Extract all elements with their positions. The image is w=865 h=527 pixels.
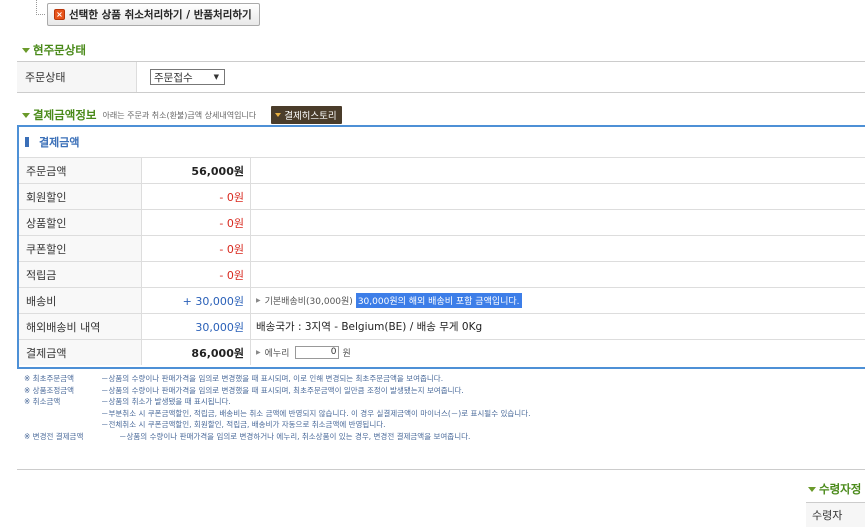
payment-history-button[interactable]: 결제히스토리	[271, 106, 342, 124]
product-discount-value: - 0원	[142, 210, 251, 235]
points-value: - 0원	[142, 262, 251, 287]
row-label: 배송비	[19, 288, 142, 313]
order-status-select-value: 주문접수	[154, 71, 193, 84]
note-row: ※ 상품조정금액 －상품의 수량이나 판매가격을 임의로 변경했을 때 표시되며…	[24, 385, 530, 397]
note-row: ※ 변경전 결제금액 －상품의 수량이나 판매가격을 임의로 변경하거나 에누리…	[24, 431, 530, 443]
triangle-down-icon	[808, 486, 816, 492]
payment-info-title: 결제금액정보	[33, 108, 97, 122]
enuri-unit: 원	[342, 349, 351, 359]
payment-info-note: 아래는 주문과 취소(환불)금액 상세내역입니다	[102, 110, 257, 120]
note-row: ※ 최초주문금액 －상품의 수량이나 판매가격을 임의로 변경했을 때 표시되며…	[24, 373, 530, 385]
row-overseas-shipping: 해외배송비 내역 30,000원 배송국가 : 3지역 - Belgium(BE…	[19, 313, 865, 339]
enuri-input[interactable]: 0	[295, 346, 340, 359]
payment-amount-box: 결제금액 주문금액 56,000원 회원할인 - 0원 상품할인 - 0원 쿠폰…	[17, 125, 865, 369]
member-discount-value: - 0원	[142, 184, 251, 209]
row-label: 쿠폰할인	[19, 236, 142, 261]
order-status-select[interactable]: 주문접수 ▼	[150, 69, 225, 85]
row-shipping-fee: 배송비 + 30,000원 ▶ 기본배송비(30,000원) 30,000원의 …	[19, 287, 865, 313]
caret-right-icon: ▶	[256, 349, 261, 356]
shipping-fee-note: 기본배송비(30,000원)	[264, 297, 353, 307]
note-text: －상품의 수량이나 판매가격을 임의로 변경했을 때 표시되며, 이로 인해 변…	[101, 374, 444, 383]
payment-total-value: 86,000원	[142, 340, 251, 365]
row-label: 해외배송비 내역	[19, 314, 142, 339]
order-status-label: 주문상태	[17, 62, 137, 92]
row-coupon-discount: 쿠폰할인 - 0원	[19, 235, 865, 261]
row-order-amount: 주문금액 56,000원	[19, 157, 865, 183]
payment-history-label: 결제히스토리	[284, 111, 337, 122]
note-title	[24, 408, 101, 420]
chevron-down-icon: ▼	[213, 73, 219, 81]
order-amount-value: 56,000원	[142, 158, 251, 183]
note-row: ※ 취소금액 －상품의 취소가 발생됐을 때 표시됩니다.	[24, 396, 530, 408]
note-title: ※ 취소금액	[24, 397, 61, 406]
cancel-return-button-label: 선택한 상품 취소처리하기 / 반품처리하기	[69, 9, 252, 21]
note-title	[24, 419, 101, 431]
order-status-heading: 현주문상태	[22, 42, 86, 58]
row-label: 적립금	[19, 262, 142, 287]
order-status-title: 현주문상태	[33, 43, 86, 57]
close-icon: ×	[54, 9, 65, 20]
note-text: －상품의 수량이나 판매가격을 임의로 변경하거나 에누리, 취소상품이 있는 …	[119, 431, 471, 441]
overseas-shipping-value: 30,000원	[142, 314, 251, 339]
order-status-table: 주문상태 주문접수 ▼	[17, 61, 865, 93]
shipping-fee-highlight: 30,000원의 해외 배송비 포함 금액입니다.	[355, 293, 522, 308]
row-member-discount: 회원할인 - 0원	[19, 183, 865, 209]
row-label: 회원할인	[19, 184, 142, 209]
row-payment-total: 결제금액 86,000원 ▶ 에누리 0 원	[19, 339, 865, 365]
note-text: －상품의 취소가 발생됐을 때 표시됩니다.	[101, 397, 231, 406]
enuri-label: 에누리	[264, 349, 290, 359]
note-text: －전체취소 시 쿠폰금액할인, 회원할인, 적립금, 배송비가 자동으로 취소금…	[101, 420, 386, 429]
recipient-label: 수령자	[806, 502, 865, 527]
bullet-bar-icon	[25, 137, 29, 147]
row-label: 결제금액	[19, 340, 142, 365]
cancel-return-button[interactable]: × 선택한 상품 취소처리하기 / 반품처리하기	[47, 3, 260, 26]
note-title: ※ 최초주문금액	[24, 374, 75, 383]
payment-notes: ※ 최초주문금액 －상품의 수량이나 판매가격을 임의로 변경했을 때 표시되며…	[24, 373, 530, 442]
row-label: 주문금액	[19, 158, 142, 183]
caret-right-icon: ▶	[256, 297, 261, 304]
tree-connector	[36, 0, 45, 15]
overseas-shipping-detail: 배송국가 : 3지역 - Belgium(BE) / 배송 무게 0Kg	[256, 321, 483, 333]
shipping-fee-value: + 30,000원	[142, 288, 251, 313]
recipient-heading: 수령자정	[808, 481, 861, 497]
row-product-discount: 상품할인 - 0원	[19, 209, 865, 235]
note-row: －전체취소 시 쿠폰금액할인, 회원할인, 적립금, 배송비가 자동으로 취소금…	[24, 419, 530, 431]
payment-amount-caption: 결제금액	[19, 127, 865, 157]
triangle-down-icon	[22, 47, 30, 53]
divider	[17, 469, 865, 470]
triangle-down-icon	[275, 113, 282, 117]
coupon-discount-value: - 0원	[142, 236, 251, 261]
row-points: 적립금 - 0원	[19, 261, 865, 287]
note-row: －부분취소 시 쿠폰금액할인, 적립금, 배송비는 취소 금액에 반영되지 않습…	[24, 408, 530, 420]
note-title: ※ 상품조정금액	[24, 385, 75, 395]
note-text: －부분취소 시 쿠폰금액할인, 적립금, 배송비는 취소 금액에 반영되지 않습…	[101, 408, 531, 418]
row-label: 상품할인	[19, 210, 142, 235]
payment-info-heading: 결제금액정보 아래는 주문과 취소(환불)금액 상세내역입니다 결제히스토리	[22, 106, 342, 124]
triangle-down-icon	[22, 112, 30, 118]
note-title: ※ 변경전 결제금액	[24, 431, 84, 441]
note-text: －상품의 수량이나 판매가격을 임의로 변경했을 때 표시되며, 최초주문금액이…	[101, 385, 464, 395]
recipient-title: 수령자정	[819, 482, 862, 496]
caption-text: 결제금액	[39, 136, 80, 149]
